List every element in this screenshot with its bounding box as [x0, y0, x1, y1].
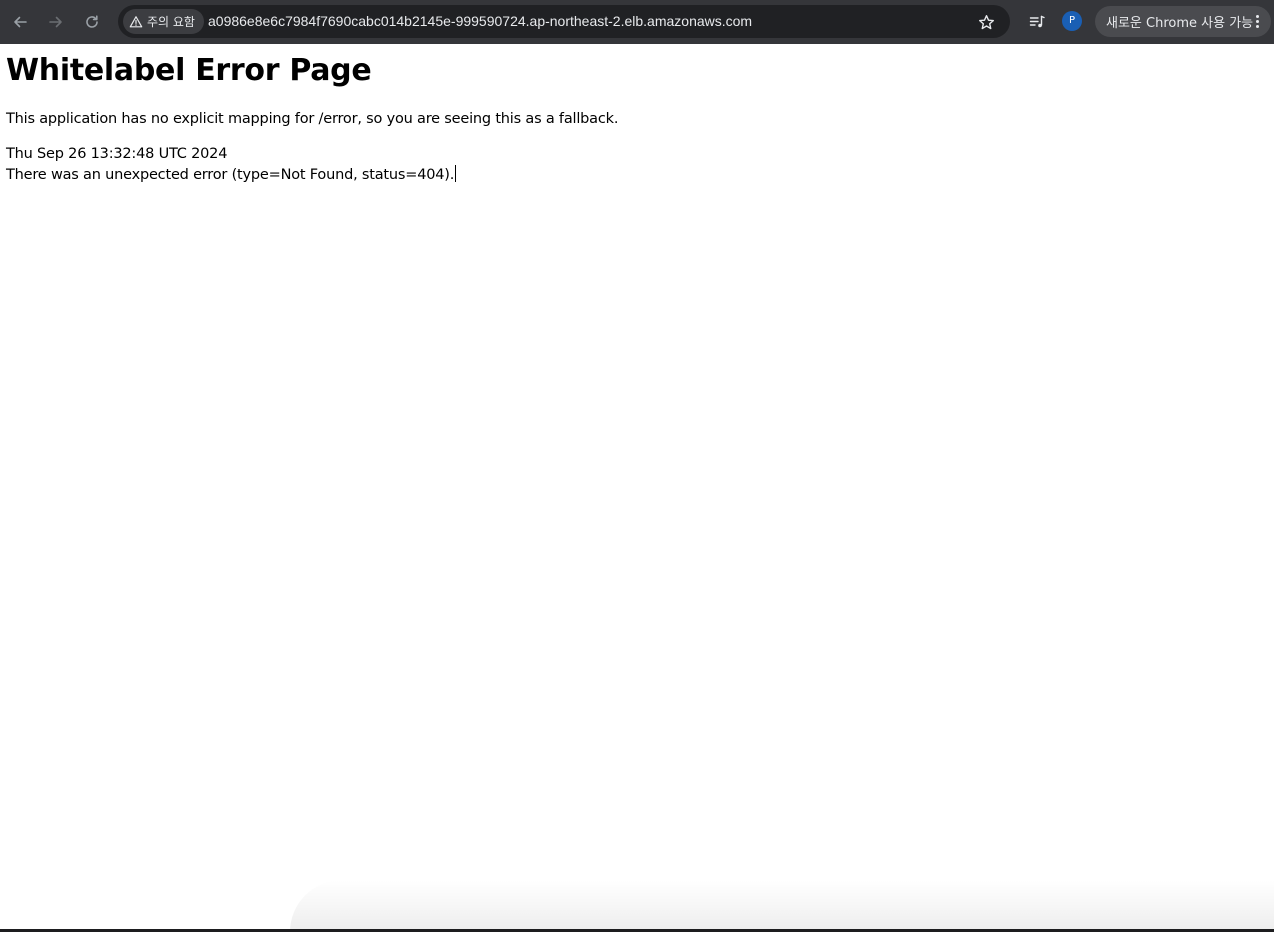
browser-toolbar: 주의 요함 a0986e8e6c7984f7690cabc014b2145e-9… [0, 0, 1274, 44]
media-control-button[interactable] [1024, 9, 1050, 35]
profile-avatar[interactable]: P [1062, 11, 1082, 31]
page-content: Whitelabel Error Page This application h… [6, 44, 1268, 183]
back-arrow-icon [14, 16, 27, 28]
error-explanation: This application has no explicit mapping… [6, 111, 619, 127]
address-bar[interactable]: 주의 요함 a0986e8e6c7984f7690cabc014b2145e-9… [118, 5, 1010, 38]
security-label: 주의 요함 [147, 15, 195, 29]
url-text[interactable]: a0986e8e6c7984f7690cabc014b2145e-9995907… [208, 5, 752, 38]
security-chip[interactable]: 주의 요함 [123, 9, 204, 34]
forward-button[interactable] [42, 8, 70, 36]
update-label: 새로운 Chrome 사용 가능 [1106, 16, 1254, 31]
star-icon [978, 14, 994, 29]
reload-button[interactable] [78, 8, 106, 36]
back-button[interactable] [6, 8, 34, 36]
error-timestamp: Thu Sep 26 13:32:48 UTC 2024 [6, 146, 228, 162]
reload-icon [86, 15, 98, 28]
error-detail-line: There was an unexpected error (type=Not … [6, 165, 457, 183]
media-queue-icon [1029, 15, 1045, 28]
warning-triangle-icon [129, 15, 143, 27]
chrome-update-button[interactable]: 새로운 Chrome 사용 가능 [1095, 6, 1271, 37]
bottom-shadow [290, 880, 1274, 932]
forward-arrow-icon [49, 16, 62, 28]
error-detail-text: There was an unexpected error (type=Not … [6, 167, 455, 183]
text-cursor [455, 165, 457, 182]
bookmark-button[interactable] [976, 12, 996, 32]
more-vertical-icon [1251, 13, 1263, 30]
page-title: Whitelabel Error Page [6, 53, 372, 88]
